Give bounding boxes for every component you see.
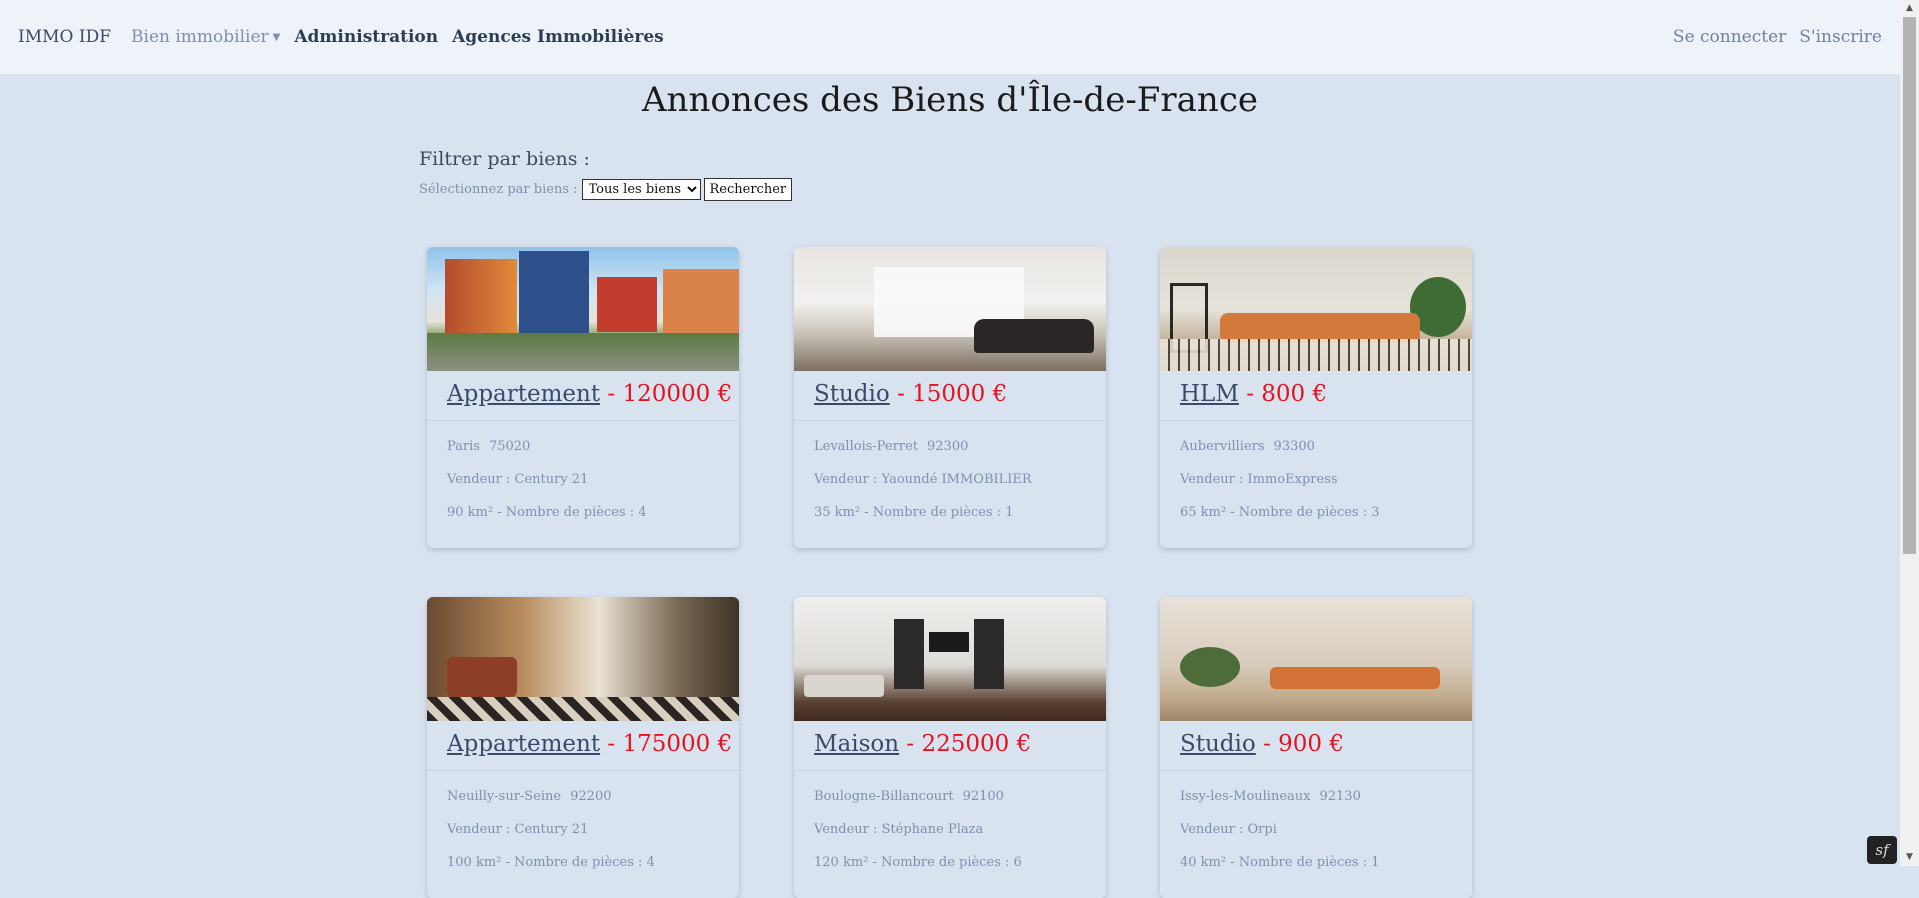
listing-zip: 92130 (1319, 789, 1361, 804)
nav-link-administration[interactable]: Administration (294, 27, 438, 47)
nav-link-agences[interactable]: Agences Immobilières (452, 27, 664, 47)
filter-row: Sélectionnez par biens : Tous les biens … (419, 178, 793, 201)
listing-body: Aubervilliers 93300 Vendeur : ImmoExpress… (1160, 421, 1472, 538)
listing-body: Paris 75020 Vendeur : Century 21 90 km² -… (427, 421, 739, 538)
listing-details: 100 km² - Nombre de pièces : 4 (447, 855, 655, 870)
listing-type-link[interactable]: Studio (1180, 731, 1256, 757)
listing-card: Appartement - 175000 € Neuilly-sur-Seine… (427, 597, 739, 898)
listing-details: 120 km² - Nombre de pièces : 6 (814, 855, 1022, 870)
listing-card: Appartement - 120000 € Paris 75020 Vendeu… (427, 247, 739, 548)
listing-seller: Vendeur : Yaoundé IMMOBILIER (814, 472, 1032, 487)
nav-auth-links: Se connecter S'inscrire (1673, 27, 1882, 47)
listing-price: - 120000 € (607, 381, 733, 407)
listing-image[interactable] (794, 597, 1106, 721)
caret-down-icon: ▼ (272, 31, 281, 43)
listing-zip: 92300 (927, 439, 969, 454)
signup-link[interactable]: S'inscrire (1786, 27, 1882, 47)
listing-image[interactable] (427, 247, 739, 371)
filter-heading: Filtrer par biens : (419, 148, 590, 170)
listing-zip: 92200 (570, 789, 612, 804)
listing-type-link[interactable]: Appartement (447, 731, 600, 757)
listing-header: Appartement - 175000 € (427, 721, 739, 771)
listing-image[interactable] (794, 247, 1106, 371)
filter-select-label: Sélectionnez par biens : (419, 182, 578, 197)
property-type-select[interactable]: Tous les biens (581, 179, 701, 200)
listing-header: Maison - 225000 € (794, 721, 1106, 771)
listing-price: - 800 € (1246, 381, 1328, 407)
brand-link[interactable]: IMMO IDF (18, 27, 111, 47)
listing-seller: Vendeur : Stéphane Plaza (814, 822, 984, 837)
vertical-scrollbar[interactable]: ▲ ▼ (1900, 0, 1919, 866)
listing-card: Maison - 225000 € Boulogne-Billancourt 92… (794, 597, 1106, 898)
listing-type-link[interactable]: Maison (814, 731, 899, 757)
listing-zip: 75020 (488, 439, 531, 454)
listing-city: Paris (447, 439, 480, 454)
listing-price: - 15000 € (897, 381, 1008, 407)
listing-price: - 225000 € (906, 731, 1032, 757)
listing-header: Studio - 15000 € (794, 371, 1106, 421)
listing-zip: 93300 (1273, 439, 1315, 454)
listing-card: HLM - 800 € Aubervilliers 93300 Vendeur :… (1160, 247, 1472, 548)
listing-card: Studio - 900 € Issy-les-Moulineaux 92130 … (1160, 597, 1472, 898)
listing-image[interactable] (1160, 597, 1472, 721)
listing-city: Issy-les-Moulineaux (1180, 789, 1311, 804)
listing-image[interactable] (1160, 247, 1472, 371)
listing-details: 40 km² - Nombre de pièces : 1 (1180, 855, 1380, 870)
listing-price: - 175000 € (607, 731, 733, 757)
listing-header: Appartement - 120000 € (427, 371, 739, 421)
listing-city: Levallois-Perret (814, 439, 918, 454)
listing-header: HLM - 800 € (1160, 371, 1472, 421)
listing-image[interactable] (427, 597, 739, 721)
nav-dropdown-label: Bien immobilier (131, 27, 269, 47)
listing-card: Studio - 15000 € Levallois-Perret 92300 V… (794, 247, 1106, 548)
listing-header: Studio - 900 € (1160, 721, 1472, 771)
listing-type-link[interactable]: Appartement (447, 381, 600, 407)
scrollbar-thumb[interactable] (1903, 17, 1916, 554)
listing-zip: 92100 (962, 789, 1004, 804)
listing-details: 90 km² - Nombre de pièces : 4 (447, 505, 647, 520)
listing-type-link[interactable]: Studio (814, 381, 890, 407)
listing-body: Boulogne-Billancourt 92100 Vendeur : Stép… (794, 771, 1106, 888)
listing-seller: Vendeur : Century 21 (447, 472, 589, 487)
navbar: IMMO IDF Bien immobilier ▼ Administratio… (0, 0, 1900, 74)
nav-dropdown-bien-immobilier[interactable]: Bien immobilier ▼ (131, 27, 280, 47)
filter-form: Filtrer par biens : Sélectionnez par bie… (419, 148, 793, 201)
listing-city: Boulogne-Billancourt (814, 789, 954, 804)
symfony-toolbar-icon[interactable]: sf (1867, 836, 1897, 864)
login-link[interactable]: Se connecter (1673, 27, 1786, 47)
listing-city: Neuilly-sur-Seine (447, 789, 562, 804)
listing-details: 65 km² - Nombre de pièces : 3 (1180, 505, 1380, 520)
page-title: Annonces des Biens d'Île-de-France (642, 80, 1258, 120)
listing-price: - 900 € (1263, 731, 1344, 757)
listing-seller: Vendeur : ImmoExpress (1180, 472, 1338, 487)
search-button[interactable]: Rechercher (703, 178, 793, 201)
listing-details: 35 km² - Nombre de pièces : 1 (814, 505, 1014, 520)
listing-seller: Vendeur : Orpi (1180, 822, 1277, 837)
scroll-up-arrow-icon[interactable]: ▲ (1900, 0, 1919, 17)
listing-seller: Vendeur : Century 21 (447, 822, 589, 837)
listing-body: Issy-les-Moulineaux 92130 Vendeur : Orpi … (1160, 771, 1472, 888)
scroll-down-arrow-icon[interactable]: ▼ (1900, 849, 1919, 866)
listing-type-link[interactable]: HLM (1180, 381, 1239, 407)
listing-body: Levallois-Perret 92300 Vendeur : Yaoundé … (794, 421, 1106, 538)
listing-city: Aubervilliers (1180, 439, 1265, 454)
listing-body: Neuilly-sur-Seine 92200 Vendeur : Century… (427, 771, 739, 888)
